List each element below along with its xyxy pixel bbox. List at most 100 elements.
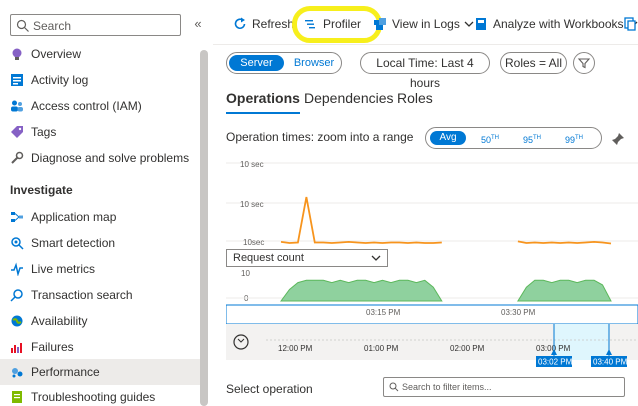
chevron-down-icon xyxy=(371,255,381,261)
percentile-99[interactable]: 99TH xyxy=(556,131,592,145)
sidebar-search-input[interactable]: Search xyxy=(10,14,181,36)
duration-series-line xyxy=(280,196,442,244)
tag-icon xyxy=(11,126,23,138)
logs-icon xyxy=(374,18,386,30)
percentile-50[interactable]: 50TH xyxy=(472,131,508,145)
server-option[interactable]: Server xyxy=(229,55,284,71)
refresh-icon xyxy=(234,17,246,30)
sidebar-scrollbar-thumb[interactable] xyxy=(200,50,208,406)
sidebar-item-label: Live metrics xyxy=(31,262,96,276)
profiler-button[interactable]: Profiler xyxy=(304,14,361,34)
globe-icon xyxy=(11,315,23,327)
sidebar-item-transaction-search[interactable]: Transaction search xyxy=(0,282,200,308)
performance-charts[interactable]: 10 sec 10 sec 10sec 10 0 03:15 PM 03:30 … xyxy=(226,155,638,385)
timeline-xtick-label: 01:00 PM xyxy=(364,344,399,353)
sidebar-item-live-metrics[interactable]: Live metrics xyxy=(0,256,200,282)
percentile-95[interactable]: 95TH xyxy=(514,131,550,145)
workbook-icon xyxy=(476,18,486,30)
sidebar-item-label: Performance xyxy=(31,365,100,379)
sidebar-item-performance[interactable]: Performance xyxy=(0,359,200,385)
toolbar-divider xyxy=(213,44,638,45)
main-content: Refresh Profiler View in Logs Analyze wi… xyxy=(213,0,638,406)
sidebar-item-tags[interactable]: Tags xyxy=(0,119,200,145)
app-map-icon xyxy=(11,212,23,222)
tab-dependencies[interactable]: Dependencies xyxy=(304,90,394,106)
select-operation-label: Select operation xyxy=(226,382,313,396)
sidebar-item-label: Smart detection xyxy=(31,236,116,250)
duration-ytick-label: 10sec xyxy=(243,238,264,247)
sidebar-item-activity-log[interactable]: Activity log xyxy=(0,67,200,93)
timeline-xtick-label: 02:00 PM xyxy=(450,344,485,353)
performance-icon xyxy=(12,368,23,378)
tab-operations[interactable]: Operations xyxy=(226,90,300,114)
profiler-label: Profiler xyxy=(323,17,362,31)
duration-series-line xyxy=(517,240,612,245)
pin-icon[interactable] xyxy=(611,132,625,146)
toolbar: Refresh Profiler View in Logs Analyze wi… xyxy=(213,0,638,46)
view-in-logs-button[interactable]: View in Logs xyxy=(373,14,479,34)
analyze-workbooks-button[interactable]: Analyze with Workbooks xyxy=(474,14,638,34)
sidebar-item-label: Failures xyxy=(31,340,74,354)
duration-ytick-label: 10 sec xyxy=(240,200,264,209)
search-icon xyxy=(10,289,23,302)
refresh-label: Refresh xyxy=(252,17,295,31)
wrench-icon xyxy=(11,151,24,164)
time-range-pill[interactable]: Local Time: Last 4 hours xyxy=(360,52,490,90)
sidebar-item-label: Activity log xyxy=(31,73,89,87)
sidebar: Search « Overview Activity log Access co… xyxy=(0,0,210,406)
add-filter-button[interactable] xyxy=(573,52,595,74)
sidebar-search-placeholder: Search xyxy=(33,19,72,33)
percentile-selector[interactable]: Avg 50TH 95TH 99TH xyxy=(425,127,602,149)
sidebar-item-access-control[interactable]: Access control (IAM) xyxy=(0,93,200,119)
sidebar-item-troubleshooting[interactable]: Troubleshooting guides xyxy=(0,384,200,406)
operation-filter-input[interactable]: Search to filter items... xyxy=(383,377,625,397)
count-xtick-label: 03:15 PM xyxy=(366,308,401,317)
tab-roles[interactable]: Roles xyxy=(397,90,433,106)
copy-icon xyxy=(624,17,636,31)
people-icon xyxy=(11,100,23,112)
collapse-sidebar-icon[interactable]: « xyxy=(191,14,205,34)
sidebar-item-label: Availability xyxy=(31,314,88,328)
copy-button[interactable] xyxy=(624,14,638,34)
roles-pill[interactable]: Roles = All xyxy=(500,52,567,74)
view-in-logs-label: View in Logs xyxy=(392,17,460,31)
sidebar-item-label: Application map xyxy=(31,210,117,224)
sidebar-item-label: Overview xyxy=(31,47,82,61)
sidebar-item-availability[interactable]: Availability xyxy=(0,308,200,334)
timeline-xtick-label: 12:00 PM xyxy=(278,344,313,353)
sidebar-item-diagnose[interactable]: Diagnose and solve problems xyxy=(0,145,200,171)
activity-log-icon xyxy=(11,74,23,86)
sidebar-item-label: Tags xyxy=(31,125,57,139)
sidebar-item-failures[interactable]: Failures xyxy=(0,334,200,360)
zoom-range-box[interactable] xyxy=(226,304,638,325)
sidebar-item-label: Transaction search xyxy=(31,288,133,302)
sidebar-item-application-map[interactable]: Application map xyxy=(0,204,200,230)
smart-detection-icon xyxy=(11,237,24,250)
search-icon xyxy=(389,382,399,392)
filter-icon xyxy=(577,58,591,69)
count-series-area xyxy=(280,279,443,302)
live-metrics-icon xyxy=(11,262,23,276)
profiler-icon xyxy=(305,20,315,29)
failures-icon xyxy=(11,343,22,353)
count-series-area xyxy=(517,279,612,302)
search-icon xyxy=(16,19,29,32)
server-browser-toggle[interactable]: Server Browser xyxy=(226,52,342,74)
sidebar-item-overview[interactable]: Overview xyxy=(0,41,200,67)
count-ytick-label: 10 xyxy=(241,269,250,278)
selection-start-label: 03:02 PM xyxy=(538,358,573,367)
sidebar-scrollbar[interactable] xyxy=(200,40,208,406)
guides-icon xyxy=(12,391,22,403)
refresh-button[interactable]: Refresh xyxy=(233,14,294,34)
sidebar-item-smart-detection[interactable]: Smart detection xyxy=(0,230,200,256)
timeline-selection[interactable] xyxy=(554,324,609,360)
metric-dropdown[interactable]: Request count xyxy=(226,249,388,267)
sidebar-item-label: Diagnose and solve problems xyxy=(31,151,190,165)
count-xtick-label: 03:30 PM xyxy=(501,308,536,317)
chevron-down-icon xyxy=(464,21,474,27)
percentile-avg[interactable]: Avg xyxy=(430,131,466,145)
operation-times-title: Operation times: zoom into a range xyxy=(226,130,414,144)
metric-dropdown-value: Request count xyxy=(233,252,304,264)
browser-option[interactable]: Browser xyxy=(287,55,341,71)
duration-ytick-label: 10 sec xyxy=(240,160,264,169)
